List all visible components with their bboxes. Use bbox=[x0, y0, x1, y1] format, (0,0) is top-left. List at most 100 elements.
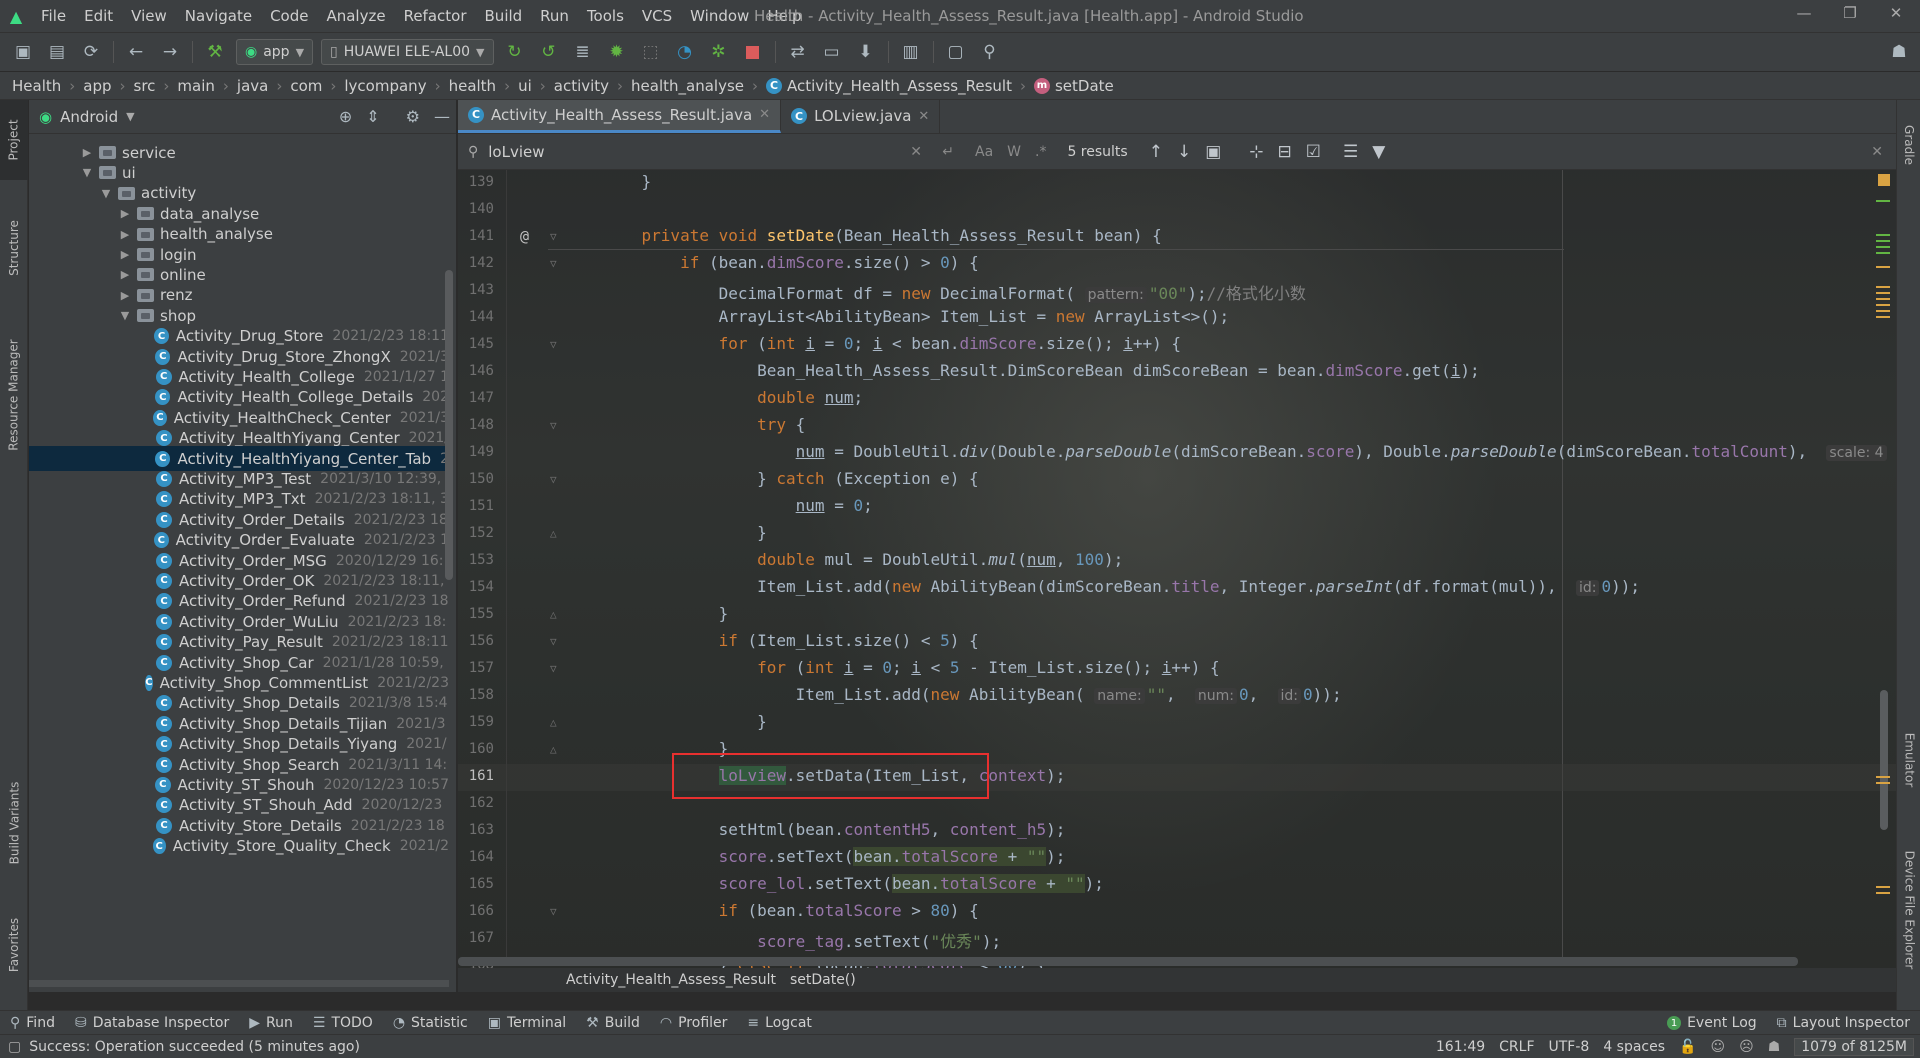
regex-icon[interactable]: .* bbox=[1028, 144, 1053, 160]
chevron-down-icon[interactable]: ▼ bbox=[98, 187, 114, 200]
make-project-hammer-icon[interactable]: ⚒ bbox=[198, 38, 232, 66]
sdk-manager-icon[interactable]: ⬇ bbox=[849, 38, 883, 66]
tool-tab-emulator[interactable]: Emulator bbox=[1897, 715, 1920, 805]
code-line[interactable]: 158 Item_List.add(new AbilityBean( name:… bbox=[458, 683, 1896, 710]
collapse-all-icon[interactable]: ⇕ bbox=[366, 107, 379, 126]
line-number[interactable]: 167 bbox=[458, 930, 494, 946]
line-number[interactable]: 151 bbox=[458, 498, 494, 514]
status-panel-toggle-icon[interactable]: ▢ bbox=[0, 1039, 29, 1055]
fold-marker-icon[interactable]: △ bbox=[550, 743, 557, 756]
locate-file-icon[interactable]: ⊕ bbox=[339, 107, 352, 126]
menu-refactor[interactable]: Refactor bbox=[395, 7, 476, 25]
match-case-icon[interactable]: Aa bbox=[968, 144, 1000, 160]
fold-marker-icon[interactable]: ▽ bbox=[550, 257, 557, 270]
tool-layout-inspector[interactable]: ⧉ Layout Inspector bbox=[1767, 1015, 1920, 1031]
close-icon[interactable]: ✕ bbox=[1876, 4, 1916, 22]
menu-run[interactable]: Run bbox=[531, 7, 578, 25]
code-line[interactable]: 140 bbox=[458, 197, 1896, 224]
tool-todo[interactable]: ☰ TODO bbox=[303, 1015, 383, 1031]
breadcrumb-item[interactable]: activity bbox=[550, 77, 613, 95]
previous-occurrence-icon[interactable]: ↑ bbox=[1142, 142, 1170, 162]
forward-icon[interactable]: → bbox=[153, 38, 187, 66]
close-find-icon[interactable]: ✕ bbox=[1864, 144, 1890, 160]
clear-search-icon[interactable]: ✕ bbox=[910, 144, 922, 160]
breadcrumb-item[interactable]: C Activity_Health_Assess_Result bbox=[762, 77, 1016, 95]
fold-marker-icon[interactable]: △ bbox=[550, 716, 557, 729]
close-tab-icon[interactable]: ✕ bbox=[759, 107, 770, 122]
line-number[interactable]: 155 bbox=[458, 606, 494, 622]
line-number[interactable]: 141 bbox=[458, 228, 494, 244]
project-structure-icon[interactable]: ▥ bbox=[894, 38, 928, 66]
hide-panel-icon[interactable]: — bbox=[434, 107, 450, 126]
maximize-icon[interactable]: ❐ bbox=[1830, 4, 1870, 22]
chevron-right-icon[interactable]: ▶ bbox=[117, 207, 133, 220]
menu-tools[interactable]: Tools bbox=[578, 7, 633, 25]
chevron-right-icon[interactable]: ▶ bbox=[79, 146, 95, 159]
code-line[interactable]: 155 △ } bbox=[458, 602, 1896, 629]
back-icon[interactable]: ← bbox=[119, 38, 153, 66]
editor-scroll-thumb[interactable] bbox=[1880, 690, 1888, 830]
tool-tab-gradle[interactable]: Gradle bbox=[1897, 110, 1920, 180]
tree-file[interactable]: C Activity_Store_Quality_Check 2021/2 bbox=[29, 834, 449, 859]
feedback-icon[interactable]: ☹ bbox=[1739, 1039, 1754, 1055]
apply-changes-icon[interactable]: ↻ bbox=[498, 38, 532, 66]
chevron-right-icon[interactable]: ▶ bbox=[117, 268, 133, 281]
code-line[interactable]: 145 ▽ for (int i = 0; i < bean.dimScore.s… bbox=[458, 332, 1896, 359]
chevron-right-icon[interactable]: ▶ bbox=[117, 248, 133, 261]
debug-bug-icon[interactable]: ✹ bbox=[600, 38, 634, 66]
tool-tab-device-file-explorer[interactable]: Device File Explorer bbox=[1897, 820, 1920, 1000]
editor-horizontal-scrollbar[interactable] bbox=[458, 957, 1798, 966]
coverage-icon[interactable]: ✲ bbox=[702, 38, 736, 66]
add-occurrence-icon[interactable]: ⊹ bbox=[1242, 142, 1270, 162]
menu-edit[interactable]: Edit bbox=[75, 7, 122, 25]
code-line[interactable]: 163 setHtml(bean.contentH5, content_h5); bbox=[458, 818, 1896, 845]
override-marker-icon[interactable]: @ bbox=[520, 227, 529, 245]
breadcrumb-item[interactable]: com bbox=[286, 77, 326, 95]
code-line[interactable]: 148 ▽ try { bbox=[458, 413, 1896, 440]
line-number[interactable]: 163 bbox=[458, 822, 494, 838]
avd-manager-icon[interactable]: ▭ bbox=[815, 38, 849, 66]
line-number[interactable]: 145 bbox=[458, 336, 494, 352]
breadcrumb-item[interactable]: Health bbox=[8, 77, 65, 95]
tool-find[interactable]: ⚲ Find bbox=[0, 1015, 65, 1031]
line-number[interactable]: 144 bbox=[458, 309, 494, 325]
line-number[interactable]: 154 bbox=[458, 579, 494, 595]
breadcrumb-item[interactable]: app bbox=[79, 77, 115, 95]
menu-navigate[interactable]: Navigate bbox=[176, 7, 261, 25]
breadcrumb-item[interactable]: src bbox=[130, 77, 160, 95]
file-encoding[interactable]: UTF-8 bbox=[1549, 1039, 1590, 1055]
line-number[interactable]: 149 bbox=[458, 444, 494, 460]
stop-icon[interactable] bbox=[736, 38, 770, 66]
close-tab-icon[interactable]: ✕ bbox=[918, 109, 929, 124]
editor-scrollbar-markers[interactable] bbox=[1874, 170, 1896, 970]
breadcrumb-item[interactable]: main bbox=[173, 77, 218, 95]
line-number[interactable]: 159 bbox=[458, 714, 494, 730]
editor-crumb-method[interactable]: setDate() bbox=[790, 972, 856, 988]
fold-marker-icon[interactable]: ▽ bbox=[550, 905, 557, 918]
code-line[interactable]: 146 Bean_Health_Assess_Result.DimScoreBe… bbox=[458, 359, 1896, 386]
breadcrumb-item[interactable]: lycompany bbox=[340, 77, 430, 95]
filter-options-icon[interactable]: ☰ bbox=[1336, 142, 1365, 162]
sync-icon[interactable]: ⟳ bbox=[74, 38, 108, 66]
code-line[interactable]: 153 double mul = DoubleUtil.mul(num, 100… bbox=[458, 548, 1896, 575]
line-number[interactable]: 139 bbox=[458, 174, 494, 190]
tool-build[interactable]: ⚒ Build bbox=[576, 1015, 650, 1031]
lock-icon[interactable]: 🔓 bbox=[1679, 1039, 1696, 1055]
menu-analyze[interactable]: Analyze bbox=[317, 7, 394, 25]
breadcrumb-item[interactable]: health_analyse bbox=[627, 77, 748, 95]
menu-window[interactable]: Window bbox=[681, 7, 758, 25]
search-icon[interactable]: ⚲ bbox=[973, 38, 1007, 66]
notification-icon[interactable]: ☗ bbox=[1768, 1039, 1781, 1055]
tab-lolview[interactable]: C LOLview.java ✕ bbox=[781, 100, 941, 133]
line-number[interactable]: 156 bbox=[458, 633, 494, 649]
fold-marker-icon[interactable]: ▽ bbox=[550, 662, 557, 675]
code-line[interactable]: 156 ▽ if (Item_List.size() < 5) { bbox=[458, 629, 1896, 656]
tool-tab-build-variants[interactable]: Build Variants bbox=[0, 760, 28, 885]
tool-tab-structure[interactable]: Structure bbox=[0, 200, 28, 295]
filter-icon[interactable]: ▼ bbox=[1365, 142, 1392, 162]
tab-activity-health-assess-result[interactable]: C Activity_Health_Assess_Result.java ✕ bbox=[458, 100, 782, 133]
tool-event-log[interactable]: 1 Event Log bbox=[1657, 1015, 1767, 1031]
line-number[interactable]: 165 bbox=[458, 876, 494, 892]
inspection-icon[interactable]: ☺ bbox=[1710, 1039, 1725, 1055]
code-line[interactable]: 165 score_lol.setText(bean.totalScore + … bbox=[458, 872, 1896, 899]
